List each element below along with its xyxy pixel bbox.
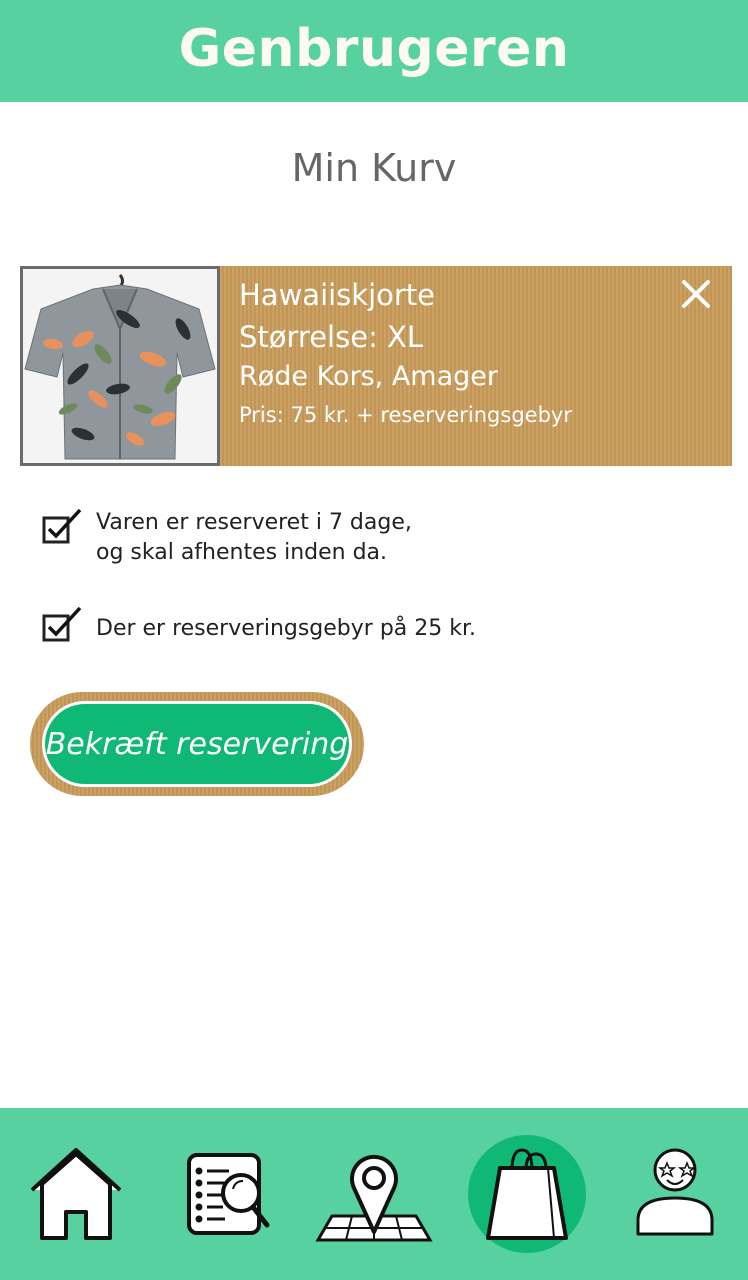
item-size: Størrelse: XL — [239, 320, 424, 354]
map-pin-icon — [315, 1154, 433, 1242]
confirm-button-frame: Bekræft reservering — [30, 692, 364, 796]
cart-item: Hawaiiskjorte Størrelse: XL Røde Kors, A… — [20, 266, 732, 466]
notice-text: Varen er reserveret i 7 dage, og skal af… — [96, 508, 412, 568]
nav-cart[interactable] — [467, 1108, 587, 1280]
notice-text: Der er reserveringsgebyr på 25 kr. — [96, 606, 476, 644]
cart-screen: Genbrugeren Min Kurv Hawaiiskjorte Størr… — [0, 0, 748, 1280]
search-list-icon — [187, 1153, 270, 1235]
app-title: Genbrugeren — [178, 19, 570, 79]
reservation-notice-1: Varen er reserveret i 7 dage, og skal af… — [42, 508, 412, 568]
item-store: Røde Kors, Amager — [239, 361, 498, 392]
bottom-navigation — [0, 1108, 748, 1280]
notice-line: og skal afhentes inden da. — [96, 540, 388, 565]
reservation-notice-2: Der er reserveringsgebyr på 25 kr. — [42, 606, 476, 646]
checkbox-checked-icon — [42, 606, 82, 642]
item-price: Pris: 75 kr. + reserveringsgebyr — [239, 403, 572, 427]
nav-map[interactable] — [314, 1108, 434, 1280]
notice-line: Der er reserveringsgebyr på 25 kr. — [96, 616, 477, 641]
item-name: Hawaiiskjorte — [239, 278, 436, 312]
nav-search[interactable] — [168, 1108, 288, 1280]
home-icon — [30, 1148, 122, 1240]
checkbox-checked-icon — [42, 508, 82, 544]
app-header: Genbrugeren — [0, 0, 748, 102]
notice-line: Varen er reserveret i 7 dage, — [96, 510, 412, 535]
remove-item-button[interactable] — [680, 278, 712, 310]
item-details: Hawaiiskjorte Størrelse: XL Røde Kors, A… — [239, 274, 722, 434]
confirm-reservation-button[interactable]: Bekræft reservering — [42, 701, 352, 787]
close-icon — [682, 280, 710, 308]
shopping-bag-icon — [486, 1148, 568, 1240]
profile-icon — [636, 1148, 714, 1236]
page-title: Min Kurv — [291, 146, 457, 190]
hawaiian-shirt-photo — [20, 266, 220, 466]
nav-home[interactable] — [16, 1108, 136, 1280]
nav-profile[interactable] — [615, 1108, 735, 1280]
